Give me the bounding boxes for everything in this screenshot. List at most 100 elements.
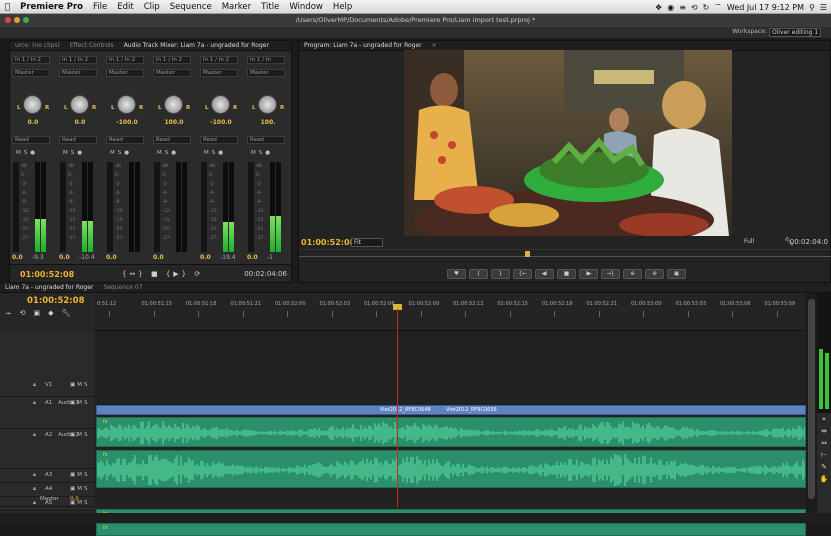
pan-knob[interactable] [117,95,136,114]
rate-stretch-tool-icon[interactable]: ⇔ [817,437,831,449]
mute-solo-record-buttons[interactable]: MS● [251,150,273,156]
zoom-fit-select[interactable]: Fit [351,238,383,247]
output-select[interactable]: Master [247,69,285,77]
pan-knob[interactable] [164,95,183,114]
lock-icon[interactable]: 🔒︎ [33,432,36,439]
audio-clip-a6[interactable]: fx [96,523,806,536]
volume-fader[interactable] [60,162,66,252]
menu-title[interactable]: Title [256,2,284,12]
input-select[interactable]: In 1 / In 2 [153,56,191,64]
input-select[interactable]: In 1 / In 2 [106,56,144,64]
mark-in-button[interactable]: { [469,269,488,279]
timeline-scrollbar[interactable] [806,293,817,513]
close-window-icon[interactable] [5,17,11,23]
tab-effect-controls[interactable]: Effect Controls [65,42,119,49]
pen-tool-icon[interactable]: ✎ [817,461,831,473]
mixer-timecode[interactable]: 01:00:52:08 [20,270,74,279]
automation-select[interactable]: Read [200,136,238,144]
volume-fader[interactable] [201,162,207,252]
menu-clip[interactable]: Clip [139,2,165,12]
wifi-icon[interactable]: ⌔ [714,2,722,12]
pan-value[interactable]: -100.0 [104,119,150,126]
go-to-in-button[interactable]: {← [513,269,532,279]
export-frame-button[interactable]: ▣ [667,269,686,279]
tab-audio-track-mixer[interactable]: Audio Track Mixer: Liam 7a - ungraded fo… [119,42,274,49]
step-forward-button[interactable]: I▶ [579,269,598,279]
lift-button[interactable]: ⊕ [623,269,642,279]
pan-knob[interactable] [211,95,230,114]
mute-solo-buttons[interactable]: ▣MS [70,400,89,406]
tab-program[interactable]: Program: Liam 7a - ungraded for Roger [299,42,427,49]
input-select[interactable]: In 1 / In 2 [12,56,50,64]
sync-icon[interactable]: ↻ [703,3,710,12]
program-timecode[interactable]: 01:00:52:08 [301,238,355,247]
selection-tool-icon[interactable]: ⌖ [817,413,831,425]
mute-solo-buttons[interactable]: ▣MS [70,486,89,492]
menu-edit[interactable]: Edit [112,2,138,12]
menu-help[interactable]: Help [328,2,357,12]
automation-select[interactable]: Read [106,136,144,144]
pan-value[interactable]: -100.0 [198,119,244,126]
track-header-a2[interactable]: 🔒︎ A2 Audio 2 ▣MS [0,429,95,469]
mute-solo-record-buttons[interactable]: MS● [63,150,85,156]
apple-icon[interactable]:  [0,2,15,12]
close-tab-icon[interactable]: × [427,42,442,49]
minimize-window-icon[interactable] [14,17,20,23]
mute-solo-record-buttons[interactable]: MS● [110,150,132,156]
automation-select[interactable]: Read [247,136,285,144]
automation-select[interactable]: Read [12,136,50,144]
pan-value[interactable]: 100. [245,119,291,126]
lock-icon[interactable]: 🔒︎ [33,486,36,493]
pan-knob[interactable] [70,95,89,114]
volume-fader[interactable] [13,162,19,252]
track-header-a1[interactable]: 🔒︎ A1 Audio 1 ▣MS [0,397,95,429]
pan-knob[interactable] [258,95,277,114]
slip-tool-icon[interactable]: ⊢ [817,449,831,461]
volume-fader[interactable] [154,162,160,252]
output-select[interactable]: Master [106,69,144,77]
program-playhead[interactable] [525,251,530,257]
timeline-tools[interactable]: ⤝⟲▣◆🔧︎ [6,309,78,318]
ripple-edit-tool-icon[interactable]: ⇹ [817,425,831,437]
automation-select[interactable]: Read [59,136,97,144]
mute-solo-record-buttons[interactable]: MS● [157,150,179,156]
volume-fader[interactable] [107,162,113,252]
extract-button[interactable]: ⊗ [645,269,664,279]
automation-select[interactable]: Read [153,136,191,144]
tab-sequence-07[interactable]: Sequence 07 [98,284,147,291]
menu-window[interactable]: Window [284,2,328,12]
volume-value[interactable]: 0.0 [200,254,211,261]
volume-value[interactable]: 0.0 [12,254,23,261]
mixer-transport[interactable]: {↔} ■ {▶} ⟳ [122,270,203,278]
eye-icon[interactable]: ◉ [667,3,674,12]
pan-value[interactable]: 0.0 [57,119,103,126]
program-video-frame[interactable] [404,50,732,236]
mute-solo-buttons[interactable]: ▣MS [70,472,89,478]
track-header-v1[interactable]: 🔒︎ V1 ▣MS [0,379,95,397]
mute-solo-buttons[interactable]: ▣MS [70,382,89,388]
volume-value[interactable]: 0.0 [153,254,164,261]
mute-solo-record-buttons[interactable]: MS● [204,150,226,156]
step-back-button[interactable]: ◀I [535,269,554,279]
input-select[interactable]: In 1 / In [247,56,285,64]
menu-sequence[interactable]: Sequence [165,2,217,12]
pan-value[interactable]: 100.0 [151,119,197,126]
app-menu[interactable]: Premiere Pro [15,2,88,12]
tab-source[interactable]: urce: (no clips) [10,42,65,49]
audio-clip-a2[interactable]: fx [96,450,806,488]
add-marker-button[interactable]: ♥ [447,269,466,279]
audio-clip-a1[interactable]: fx [96,417,806,447]
menu-extra-icon[interactable]: ≡ [679,3,686,12]
track-header-a3[interactable]: 🔒︎ A3 ▣MS [0,469,95,483]
volume-value[interactable]: 0.0 [247,254,258,261]
lock-icon[interactable]: 🔒︎ [33,472,36,479]
go-to-out-button[interactable]: →} [601,269,620,279]
output-select[interactable]: Master [200,69,238,77]
menu-marker[interactable]: Marker [217,2,256,12]
track-area[interactable]: Viet2012_RF8C0648 Viet2012_RF8C0656 fx f… [95,331,806,536]
lock-icon[interactable]: 🔒︎ [33,382,36,389]
output-select[interactable]: Master [12,69,50,77]
input-select[interactable]: In 1 / In 2 [200,56,238,64]
pan-knob[interactable] [23,95,42,114]
timeline-playhead[interactable] [397,309,398,507]
